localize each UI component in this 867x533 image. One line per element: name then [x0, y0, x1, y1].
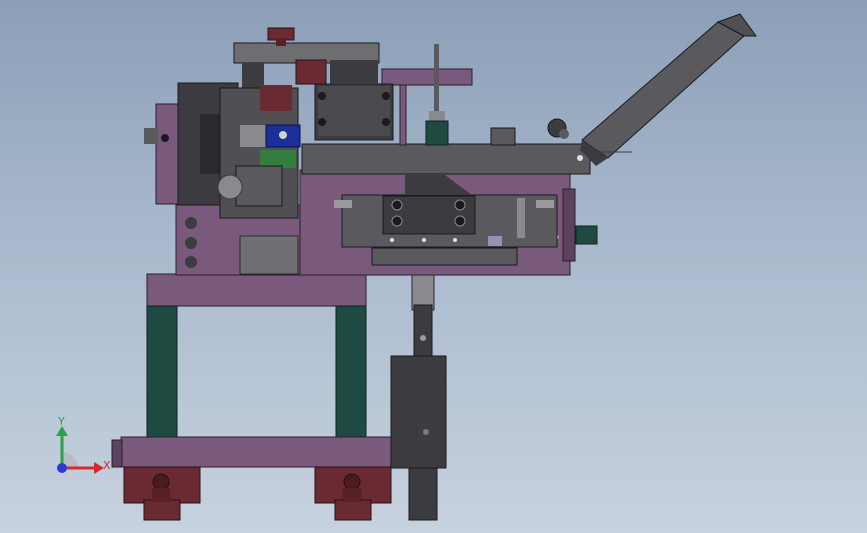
feed-chute — [547, 13, 757, 166]
lower-frame — [111, 273, 392, 468]
triad-y-label: Y — [57, 415, 65, 428]
assembly-drawing[interactable]: Y X — [0, 0, 867, 533]
clamp-block — [314, 83, 394, 141]
triad-x-label: X — [103, 459, 111, 472]
top-head — [233, 27, 380, 91]
coordinate-triad-icon: Y X — [56, 415, 111, 474]
carriage-right — [314, 466, 392, 521]
gripper-assembly — [144, 82, 301, 219]
carriage-left — [123, 466, 201, 521]
upper-rail — [381, 44, 516, 146]
cad-viewport[interactable]: Y X — [0, 0, 867, 533]
vertical-slide — [390, 269, 447, 521]
side-bracket — [562, 188, 598, 262]
